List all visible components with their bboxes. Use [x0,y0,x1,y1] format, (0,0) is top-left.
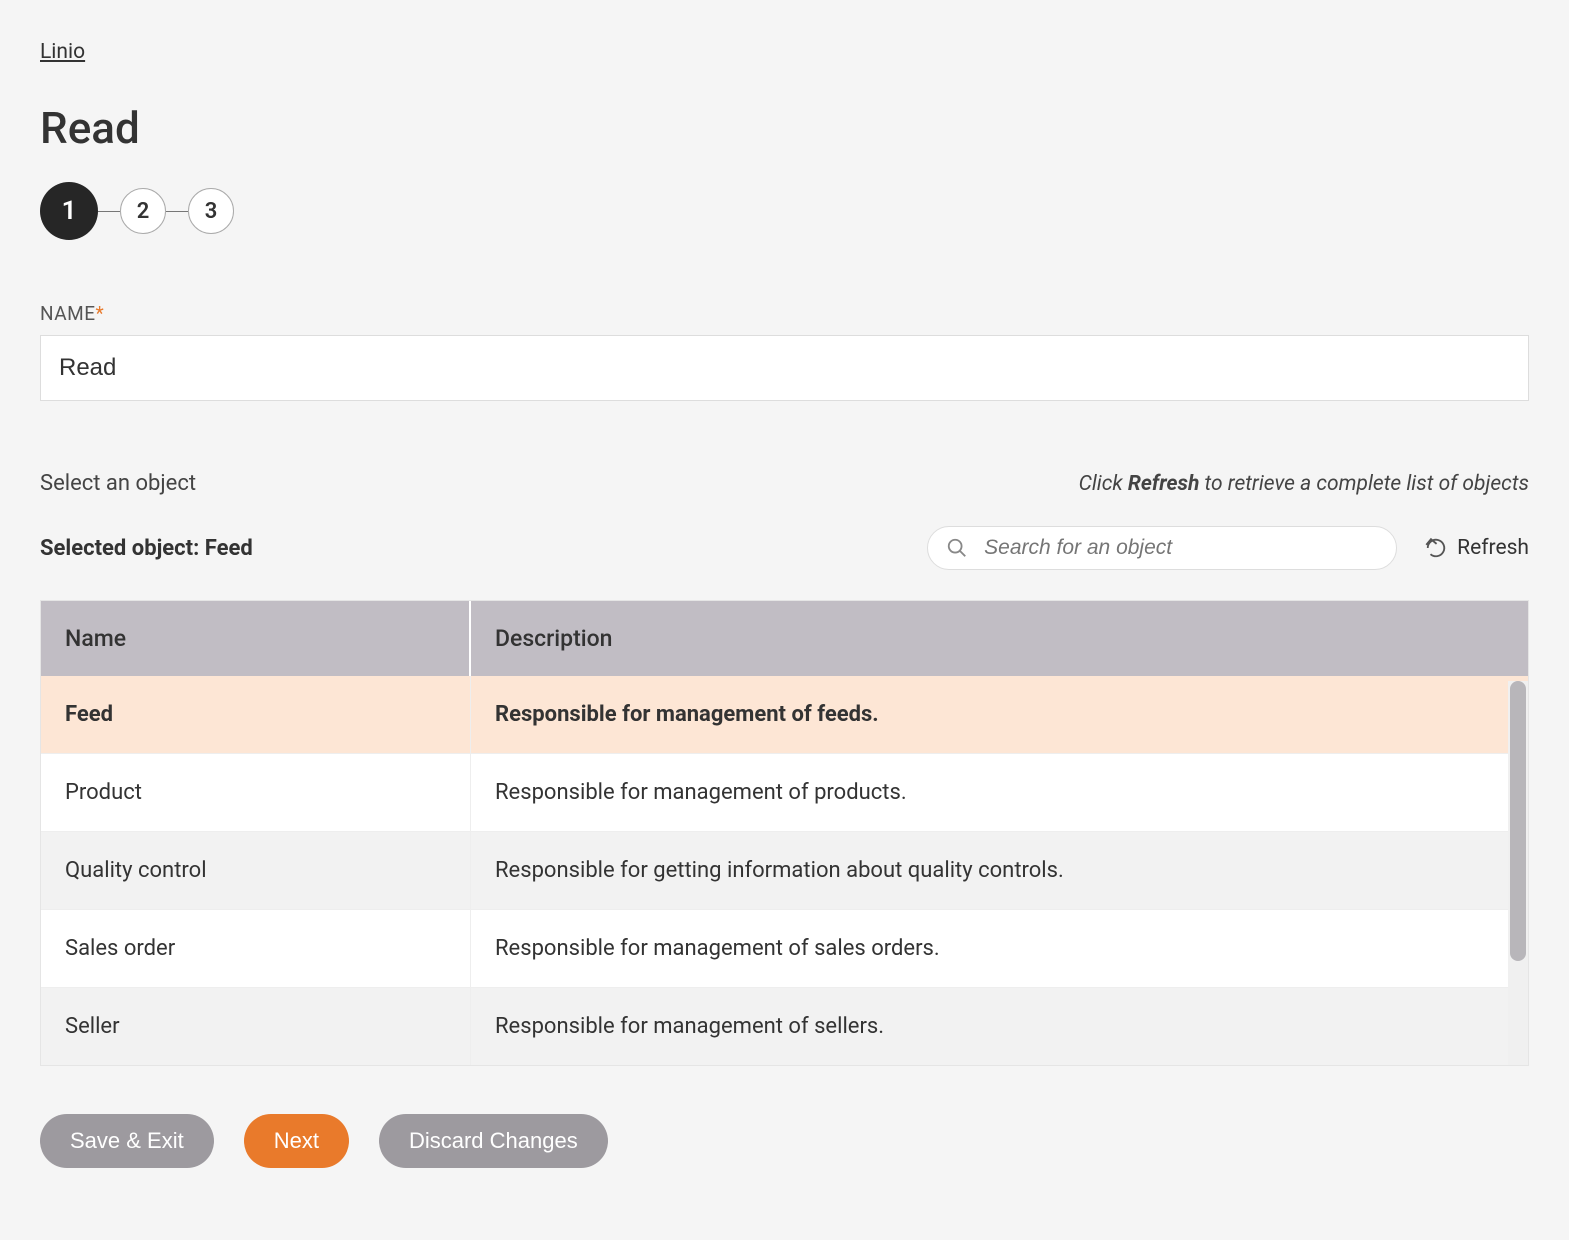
hint-prefix: Click [1079,472,1128,496]
search-box[interactable] [927,526,1397,570]
cell-description: Responsible for management of sales orde… [471,910,1528,987]
table-row[interactable]: Quality controlResponsible for getting i… [41,831,1528,909]
cell-name: Sales order [41,910,471,987]
refresh-button[interactable]: Refresh [1425,536,1529,560]
table-header: Name Description [41,601,1528,676]
save-exit-button[interactable]: Save & Exit [40,1114,214,1168]
table-body: FeedResponsible for management of feeds.… [41,676,1528,1065]
objects-table: Name Description FeedResponsible for man… [40,600,1529,1066]
search-icon [946,537,968,559]
col-header-name[interactable]: Name [41,601,471,676]
selected-object-label: Selected object: Feed [40,536,253,561]
breadcrumb-link-linio[interactable]: Linio [40,40,85,64]
name-field-label: NAME* [40,302,1529,325]
hint-bold: Refresh [1128,472,1199,496]
cell-name: Seller [41,988,471,1065]
required-mark: * [96,302,105,325]
name-label-text: NAME [40,302,96,325]
cell-name: Product [41,754,471,831]
select-object-label: Select an object [40,471,196,496]
scrollbar-track[interactable] [1508,681,1528,1065]
table-row[interactable]: SellerResponsible for management of sell… [41,987,1528,1065]
step-2[interactable]: 2 [120,188,166,234]
selected-value: Feed [205,536,253,561]
page-title: Read [40,102,1529,154]
cell-description: Responsible for management of feeds. [471,676,1528,753]
step-connector [166,211,188,212]
search-input[interactable] [982,535,1378,561]
footer-actions: Save & Exit Next Discard Changes [40,1114,1529,1168]
name-input[interactable] [40,335,1529,401]
refresh-hint: Click Refresh to retrieve a complete lis… [1079,472,1529,496]
cell-description: Responsible for getting information abou… [471,832,1528,909]
cell-description: Responsible for management of products. [471,754,1528,831]
next-button[interactable]: Next [244,1114,349,1168]
cell-name: Feed [41,676,471,753]
hint-suffix: to retrieve a complete list of objects [1199,472,1529,496]
table-row[interactable]: Sales orderResponsible for management of… [41,909,1528,987]
selected-prefix: Selected object: [40,536,205,561]
table-row[interactable]: FeedResponsible for management of feeds. [41,676,1528,753]
table-row[interactable]: ProductResponsible for management of pro… [41,753,1528,831]
refresh-icon [1425,537,1447,559]
step-connector [98,211,120,212]
col-header-description[interactable]: Description [471,601,1528,676]
discard-button[interactable]: Discard Changes [379,1114,608,1168]
scrollbar-thumb[interactable] [1510,681,1526,961]
refresh-label: Refresh [1457,536,1529,560]
step-3[interactable]: 3 [188,188,234,234]
cell-name: Quality control [41,832,471,909]
step-1[interactable]: 1 [40,182,98,240]
breadcrumb: Linio [40,40,1529,64]
stepper: 1 2 3 [40,182,1529,240]
cell-description: Responsible for management of sellers. [471,988,1528,1065]
